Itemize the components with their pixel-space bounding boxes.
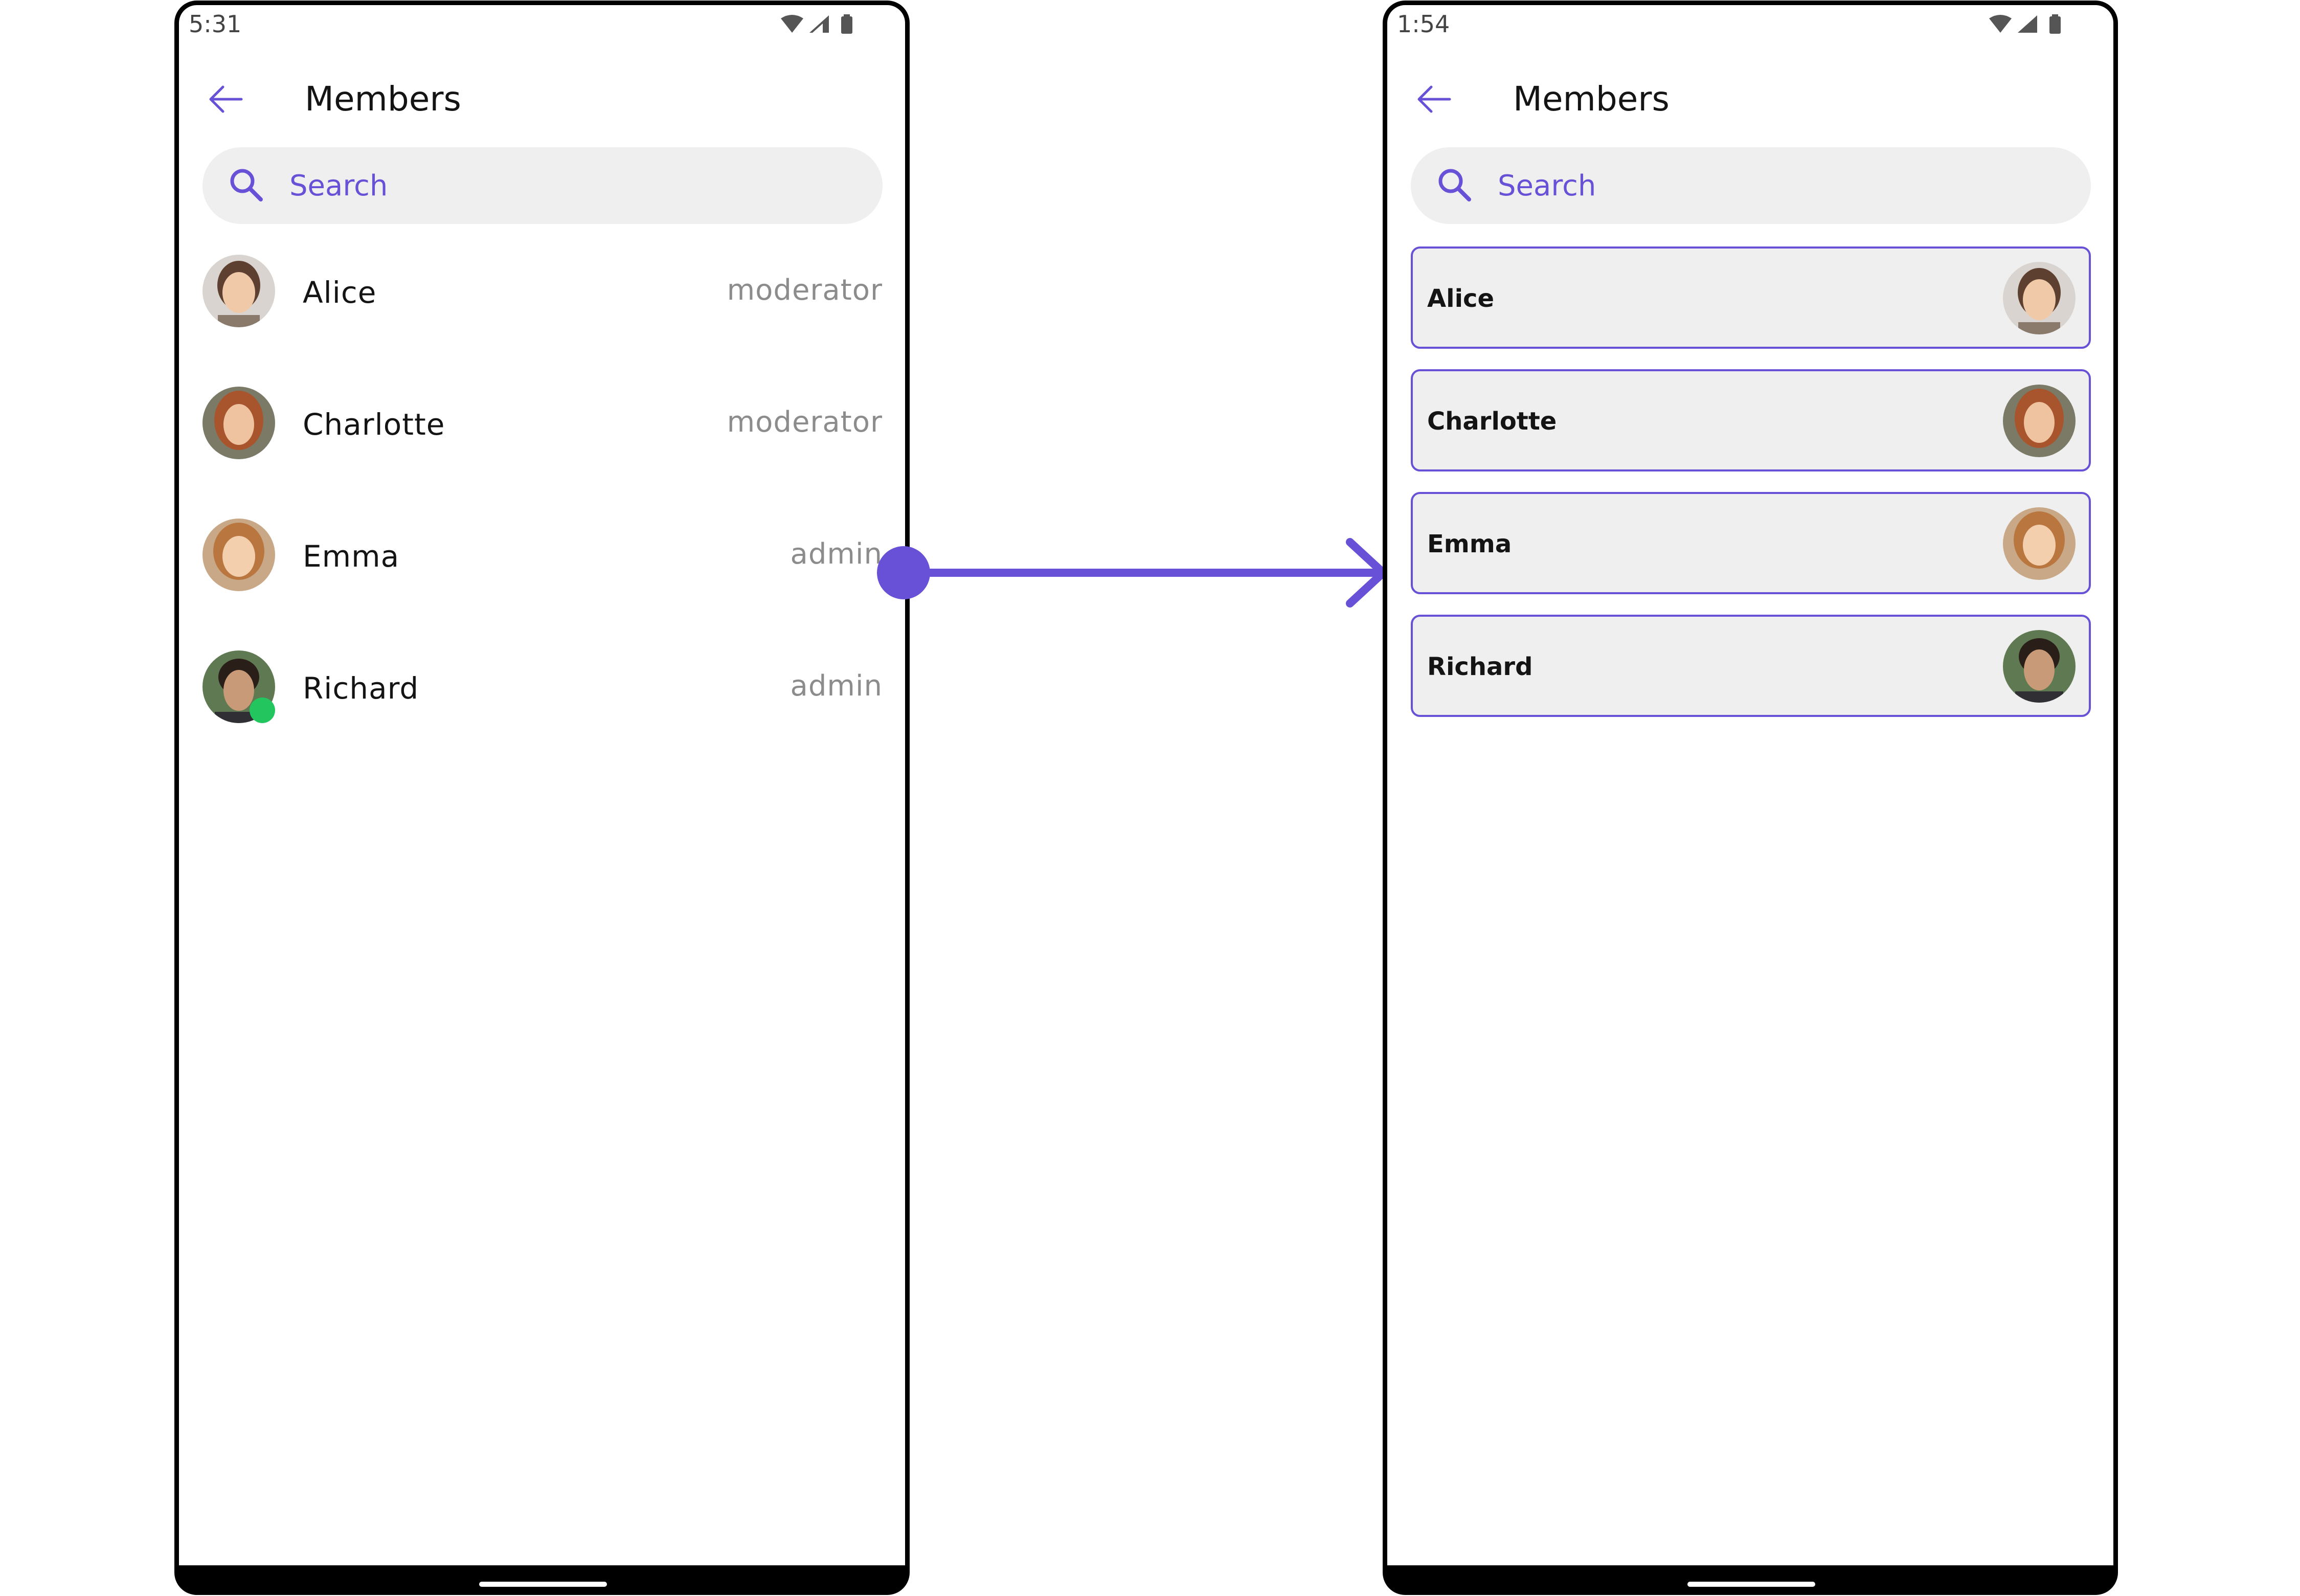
member-name: Richard [1427, 653, 1533, 681]
list-item[interactable]: Emma admin [202, 519, 883, 595]
member-card[interactable]: Emma [1411, 492, 2091, 594]
battery-icon [841, 16, 852, 34]
search-input[interactable]: Search [289, 167, 388, 206]
list-item[interactable]: Richard admin [202, 650, 883, 727]
online-status-badge [250, 698, 275, 723]
search-bar[interactable]: Search [1411, 147, 2091, 224]
arrow-left-icon[interactable] [206, 79, 246, 120]
avatar [2003, 507, 2076, 580]
member-name: Emma [303, 539, 400, 574]
transition-arrow [877, 538, 1387, 608]
search-icon [230, 169, 263, 201]
page-title: Members [305, 79, 461, 119]
status-time: 5:31 [189, 10, 242, 38]
member-name: Emma [1427, 530, 1512, 558]
arrow-left-icon[interactable] [1414, 79, 1455, 120]
avatar [2003, 630, 2076, 703]
status-icons [781, 14, 852, 34]
status-bar: 1:54 [1387, 5, 2113, 46]
search-input[interactable]: Search [1498, 167, 1596, 206]
status-bar: 5:31 [179, 5, 905, 46]
member-card[interactable]: Richard [1411, 615, 2091, 717]
wifi-icon [1989, 15, 2012, 33]
home-indicator [1687, 1582, 1815, 1587]
home-indicator [479, 1582, 607, 1587]
avatar [202, 387, 275, 459]
list-item[interactable]: Alice moderator [202, 255, 883, 331]
list-item[interactable]: Charlotte moderator [202, 387, 883, 463]
member-card[interactable]: Charlotte [1411, 369, 2091, 471]
status-icons [1989, 14, 2061, 34]
cellular-signal-icon [2018, 15, 2037, 33]
member-name: Alice [1427, 284, 1495, 313]
wifi-icon [781, 15, 803, 33]
search-icon [1438, 169, 1471, 201]
member-role: admin [790, 669, 883, 703]
page-title: Members [1513, 79, 1670, 119]
member-name: Charlotte [303, 407, 445, 442]
status-time: 1:54 [1397, 10, 1450, 38]
search-bar[interactable]: Search [202, 147, 883, 224]
member-card[interactable]: Alice [1411, 246, 2091, 349]
member-role: moderator [727, 406, 883, 439]
member-role: admin [790, 537, 883, 571]
phone-before: 5:31 Members Search Alice moderator Char… [174, 1, 910, 1595]
member-name: Charlotte [1427, 407, 1557, 436]
member-name: Alice [303, 275, 377, 310]
avatar [202, 519, 275, 591]
comparison-canvas: 5:31 Members Search Alice moderator Char… [0, 0, 2300, 1596]
avatar [2003, 262, 2076, 334]
avatar [2003, 385, 2076, 457]
battery-icon [2049, 16, 2061, 34]
member-name: Richard [303, 671, 419, 706]
phone-after: 1:54 Members Search Alice Charlotte Emma… [1383, 1, 2118, 1595]
member-role: moderator [727, 274, 883, 307]
avatar [202, 255, 275, 327]
app-bar: Members [179, 66, 905, 133]
app-bar: Members [1387, 66, 2113, 133]
